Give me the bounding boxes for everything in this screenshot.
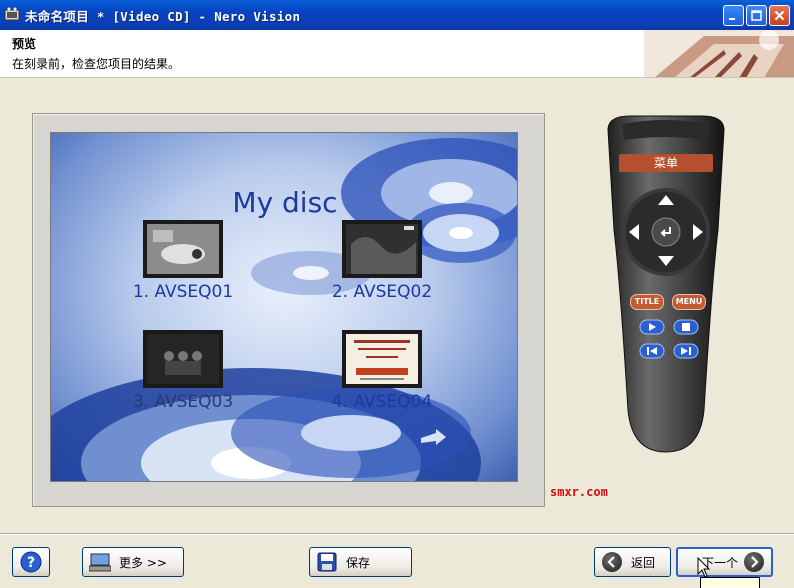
remote-menu-button[interactable]: MENU: [672, 294, 706, 310]
next-button[interactable]: 下一个: [676, 547, 773, 577]
close-button[interactable]: [769, 5, 790, 26]
arrow-up-icon[interactable]: [656, 193, 676, 207]
save-button-label: 保存: [346, 555, 371, 570]
more-button-label: 更多 >>: [119, 555, 167, 570]
back-arrow-icon: [601, 551, 623, 573]
arrow-right-icon[interactable]: [691, 222, 705, 242]
enter-icon[interactable]: [657, 223, 675, 241]
chapter-thumbnail: [143, 330, 223, 388]
page-title: 预览: [12, 37, 37, 51]
title-bar: 未命名项目 * [Video CD] - Nero Vision: [0, 0, 794, 30]
previous-icon[interactable]: [639, 343, 665, 359]
window-title: 未命名项目 * [Video CD] - Nero Vision: [25, 8, 301, 24]
help-icon: ?: [20, 551, 42, 573]
next-arrow-icon: [743, 551, 765, 573]
footer-separator: [0, 533, 794, 535]
maximize-button[interactable]: [746, 5, 767, 26]
floppy-disk-icon: [316, 551, 338, 573]
mouse-cursor-icon: [697, 557, 711, 578]
app-icon: [4, 7, 20, 23]
help-button[interactable]: ?: [12, 547, 50, 577]
minimize-button[interactable]: [723, 5, 744, 26]
chapter-item[interactable]: 1. AVSEQ01: [108, 220, 258, 302]
chapter-label: 3. AVSEQ03: [132, 392, 234, 412]
chapter-thumbnail: [342, 220, 422, 278]
back-button-label: 返回: [631, 555, 656, 570]
arrow-left-icon[interactable]: [627, 222, 641, 242]
chapter-label: 4. AVSEQ04: [331, 392, 433, 412]
chapter-thumbnail: [143, 220, 223, 278]
play-icon[interactable]: [639, 319, 665, 335]
back-button[interactable]: 返回: [594, 547, 671, 577]
more-button[interactable]: 更多 >>: [82, 547, 184, 577]
remote-title-button[interactable]: TITLE: [630, 294, 664, 310]
chapter-item[interactable]: 4. AVSEQ04: [307, 330, 457, 412]
page-subtitle: 在刻录前，检查您项目的结果。: [12, 57, 181, 71]
chapter-thumbnail: [342, 330, 422, 388]
maximize-icon: [751, 10, 762, 21]
save-button[interactable]: 保存: [309, 547, 412, 577]
remote-control: 菜单 TITLE MENU: [600, 110, 732, 460]
header-banner-image: [614, 30, 794, 77]
chapter-label: 2. AVSEQ02: [331, 282, 433, 302]
next-track-icon[interactable]: [673, 343, 699, 359]
svg-text:?: ?: [27, 555, 35, 571]
page-header: 预览 在刻录前，检查您项目的结果。: [0, 30, 794, 78]
preview-frame: My disc 1. AVSEQ01 2. AVSEQ02 3. AVSEQ03…: [32, 113, 545, 507]
chapter-label: 1. AVSEQ01: [132, 282, 234, 302]
computer-icon: [89, 551, 111, 573]
watermark-text: smxr.com: [550, 485, 608, 499]
close-icon: [774, 10, 785, 21]
chapter-item[interactable]: 2. AVSEQ02: [307, 220, 457, 302]
arrow-down-icon[interactable]: [656, 254, 676, 268]
preview-screen: My disc 1. AVSEQ01 2. AVSEQ02 3. AVSEQ03…: [50, 132, 518, 482]
remote-menu-bar[interactable]: 菜单: [619, 154, 713, 172]
chapter-item[interactable]: 3. AVSEQ03: [108, 330, 258, 412]
disc-menu-title: My disc: [232, 186, 338, 219]
stop-icon[interactable]: [673, 319, 699, 335]
minimize-icon: [729, 18, 735, 20]
